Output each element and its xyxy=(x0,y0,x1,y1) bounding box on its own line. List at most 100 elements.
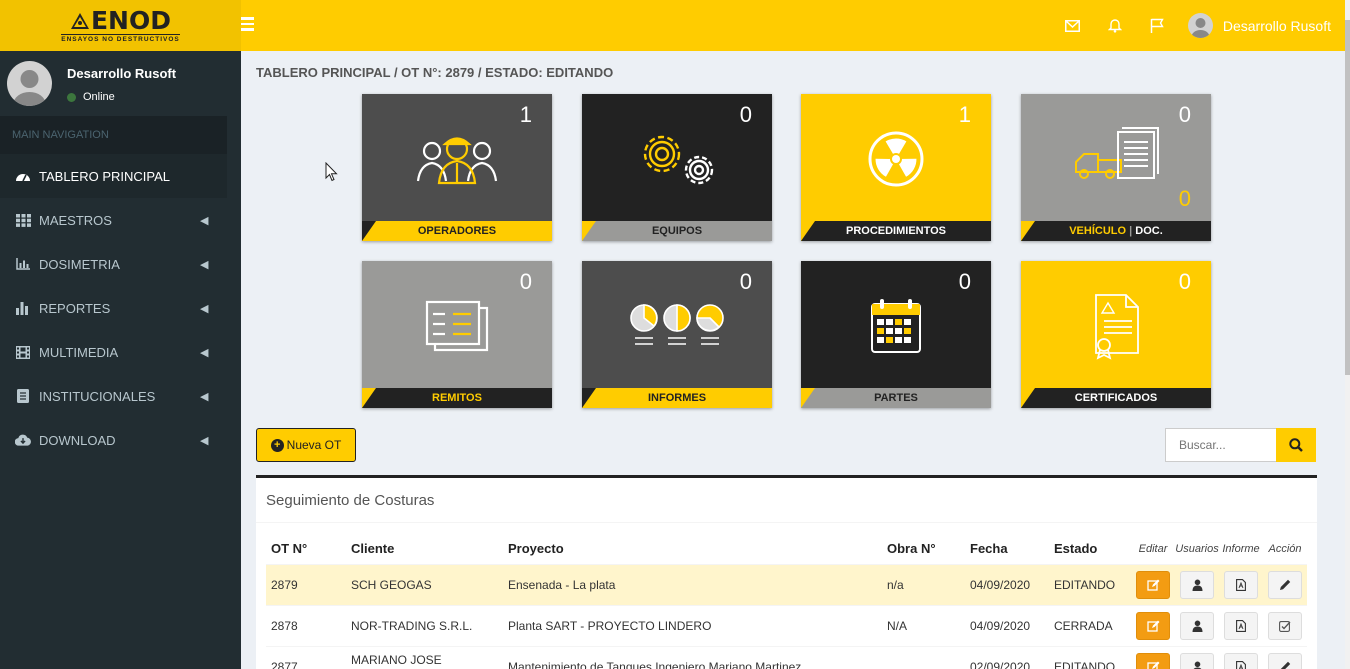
gears-icon xyxy=(582,114,772,204)
table-row[interactable]: 2877 MARIANO JOSE MARTINEZ Mantenimiento… xyxy=(266,645,1307,669)
user-status: Online xyxy=(67,91,115,103)
file-pdf-icon xyxy=(1236,660,1246,669)
top-navbar: ENOD ENSAYOS NO DESTRUCTIVOS Desarrollo … xyxy=(0,0,1345,51)
tile-vehiculo-doc[interactable]: 0 0 VEHÍCULO | DOC. xyxy=(1021,94,1211,241)
edit-button[interactable] xyxy=(1136,570,1170,599)
logo-wordmark: ENOD xyxy=(70,8,171,33)
search-button[interactable] xyxy=(1276,428,1316,462)
edit-button[interactable] xyxy=(1136,652,1170,669)
tile-certificados[interactable]: 0 CERTIFICADOS xyxy=(1021,261,1211,408)
new-ot-button[interactable]: + Nueva OT xyxy=(256,428,356,462)
sidebar-item-institucionales[interactable]: INSTITUCIONALES ◀ xyxy=(0,374,241,418)
ot-table: OT N° Cliente Proyecto Obra N° Fecha Est… xyxy=(266,534,1307,669)
tile-informes[interactable]: 0 INFORMES xyxy=(582,261,772,408)
certificate-icon xyxy=(1021,281,1211,371)
pencil-icon xyxy=(1280,579,1291,590)
status-dot-icon xyxy=(67,92,76,102)
avatar xyxy=(7,61,52,106)
flag-icon[interactable] xyxy=(1146,15,1168,37)
col-editar: Editar xyxy=(1138,542,1168,555)
sidebar: Desarrollo Rusoft Online MAIN NAVIGATION… xyxy=(0,51,241,669)
user-menu[interactable]: Desarrollo Rusoft xyxy=(1187,13,1331,38)
report-pdf-button[interactable] xyxy=(1224,611,1258,640)
edit-icon xyxy=(1146,620,1159,632)
file-pdf-icon xyxy=(1236,619,1246,632)
sidebar-item-reportes[interactable]: REPORTES ◀ xyxy=(0,286,241,330)
action-pencil-button[interactable] xyxy=(1268,652,1302,669)
col-cliente: Cliente xyxy=(351,541,395,557)
col-ot: OT N° xyxy=(271,541,308,557)
sidebar-item-download[interactable]: DOWNLOAD ◀ xyxy=(0,418,241,462)
seguimiento-box: Seguimiento de Costuras OT N° Cliente Pr… xyxy=(256,475,1317,669)
chevron-left-icon: ◀ xyxy=(200,258,209,271)
col-estado: Estado xyxy=(1054,541,1098,557)
search-icon xyxy=(1289,438,1303,452)
receipts-icon xyxy=(362,281,552,371)
operators-icon xyxy=(362,114,552,204)
radiation-icon xyxy=(801,114,991,204)
tile-procedimientos[interactable]: 1 PROCEDIMIENTOS xyxy=(801,94,991,241)
sidebar-item-multimedia[interactable]: MULTIMEDIA ◀ xyxy=(0,330,241,374)
tile-operadores[interactable]: 1 OPERADORES xyxy=(362,94,552,241)
action-pencil-button[interactable] xyxy=(1268,570,1302,599)
report-pdf-button[interactable] xyxy=(1224,570,1258,599)
cloud-download-icon xyxy=(15,433,31,447)
main-content: TABLERO PRINCIPAL / OT N°: 2879 / ESTADO… xyxy=(241,51,1345,669)
chevron-left-icon: ◀ xyxy=(200,302,209,315)
envelope-icon[interactable] xyxy=(1062,15,1084,37)
tile-label: PARTES xyxy=(801,388,991,408)
sidebar-item-dosimetria[interactable]: DOSIMETRIA ◀ xyxy=(0,242,241,286)
edit-icon xyxy=(1146,579,1159,591)
tile-label: OPERADORES xyxy=(362,221,552,241)
col-informe: Informe xyxy=(1222,542,1260,555)
table-row[interactable]: 2879 SCH GEOGAS Ensenada - La plata n/a … xyxy=(266,563,1307,605)
chevron-left-icon: ◀ xyxy=(200,214,209,227)
warning-triangle-icon xyxy=(70,12,89,29)
dashboard-icon xyxy=(15,169,31,183)
sidebar-toggle-icon[interactable] xyxy=(241,14,255,34)
brand-logo[interactable]: ENOD ENSAYOS NO DESTRUCTIVOS xyxy=(0,0,241,51)
check-square-icon xyxy=(1279,620,1291,632)
users-button[interactable] xyxy=(1180,652,1214,669)
edit-button[interactable] xyxy=(1136,611,1170,640)
nav-header: MAIN NAVIGATION xyxy=(0,116,227,154)
col-obra: Obra N° xyxy=(887,541,936,557)
bar-chart-icon xyxy=(15,301,31,315)
table-row[interactable]: 2878 NOR-TRADING S.R.L. Planta SART - PR… xyxy=(266,604,1307,646)
app: ENOD ENSAYOS NO DESTRUCTIVOS Desarrollo … xyxy=(0,0,1350,669)
user-icon xyxy=(1192,661,1202,669)
user-icon xyxy=(1192,579,1202,591)
breadcrumb: TABLERO PRINCIPAL / OT N°: 2879 / ESTADO… xyxy=(256,65,614,80)
action-check-button[interactable] xyxy=(1268,611,1302,640)
users-button[interactable] xyxy=(1180,570,1214,599)
tile-label: EQUIPOS xyxy=(582,221,772,241)
tile-remitos[interactable]: 0 REMITOS xyxy=(362,261,552,408)
plus-circle-icon: + xyxy=(270,438,284,452)
tile-label: REMITOS xyxy=(362,388,552,408)
col-proyecto: Proyecto xyxy=(508,541,564,557)
tile-partes[interactable]: 0 PARTES xyxy=(801,261,991,408)
tile-label: PROCEDIMIENTOS xyxy=(801,221,991,241)
tile-equipos[interactable]: 0 EQUIPOS xyxy=(582,94,772,241)
report-pdf-button[interactable] xyxy=(1224,652,1258,669)
edit-icon xyxy=(1146,661,1159,669)
calendar-icon xyxy=(801,281,991,371)
chevron-left-icon: ◀ xyxy=(200,346,209,359)
user-panel: Desarrollo Rusoft Online xyxy=(0,51,241,116)
tile-label: CERTIFICADOS xyxy=(1021,388,1211,408)
tile-label: INFORMES xyxy=(582,388,772,408)
bell-icon[interactable] xyxy=(1104,15,1126,37)
scrollbar[interactable] xyxy=(1345,0,1350,669)
user-icon xyxy=(1192,620,1202,632)
tile-label: VEHÍCULO | DOC. xyxy=(1021,221,1211,241)
mouse-cursor-icon xyxy=(325,162,338,182)
sidebar-item-tablero-principal[interactable]: TABLERO PRINCIPAL xyxy=(0,154,227,198)
pencil-icon xyxy=(1280,661,1291,669)
sidebar-item-maestros[interactable]: MAESTROS ◀ xyxy=(0,198,241,242)
box-title: Seguimiento de Costuras xyxy=(256,478,1317,523)
truck-document-icon xyxy=(1021,114,1211,204)
users-button[interactable] xyxy=(1180,611,1214,640)
chevron-left-icon: ◀ xyxy=(200,390,209,403)
col-usuarios: Usuarios xyxy=(1175,542,1219,555)
area-chart-icon xyxy=(15,257,31,271)
